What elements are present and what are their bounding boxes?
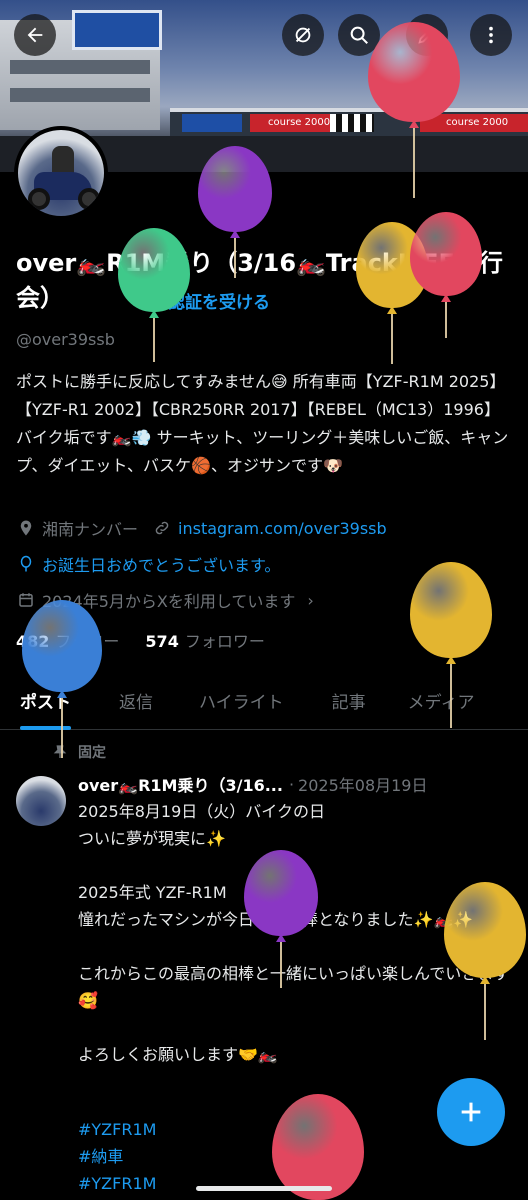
balloon bbox=[272, 1094, 364, 1200]
home-indicator bbox=[196, 1186, 332, 1191]
followers-label: フォロワー bbox=[184, 632, 265, 651]
hashtag-link[interactable]: #YZFR1M bbox=[78, 1116, 156, 1143]
profile-bio: ポストに勝手に反応してすみません😅 所有車両【YZF-R1M 2025】【YZF… bbox=[16, 372, 509, 475]
balloon bbox=[22, 600, 102, 762]
tweet-separator: · bbox=[288, 774, 295, 794]
avatar-wheel bbox=[78, 188, 100, 210]
profile-handle: @over39ssb bbox=[16, 330, 115, 349]
profile-website-link[interactable]: instagram.com/over39ssb bbox=[178, 519, 387, 538]
balloon bbox=[244, 850, 318, 992]
more-icon bbox=[489, 26, 493, 44]
tweet-author[interactable]: over🏍️R1M乗り（3/16... bbox=[78, 772, 283, 796]
tab-highlights[interactable]: ハイライト bbox=[199, 672, 284, 729]
followers-count: 574 bbox=[145, 632, 179, 651]
search-icon bbox=[350, 26, 368, 44]
back-button[interactable] bbox=[14, 14, 56, 56]
profile-meta-row: 湘南ナンバー instagram.com/over39ssb bbox=[16, 516, 387, 540]
balloon bbox=[444, 882, 526, 1044]
link-icon bbox=[152, 518, 172, 538]
compose-post-button[interactable] bbox=[437, 1078, 505, 1146]
banner-gantry-blue bbox=[182, 114, 242, 132]
banner-sign bbox=[72, 10, 162, 50]
banner-course-label: course 2000 bbox=[268, 117, 331, 128]
balloon-icon bbox=[16, 554, 36, 574]
location-icon bbox=[16, 518, 36, 538]
balloon bbox=[410, 212, 482, 342]
more-button[interactable] bbox=[470, 14, 512, 56]
tweet-hashtags: #YZFR1M #納車 #YZFR1M bbox=[78, 1116, 156, 1197]
chevron-right-icon: › bbox=[307, 590, 314, 610]
profile-birthday: お誕生日おめでとうございます。 bbox=[42, 556, 281, 575]
followers-link[interactable]: 574 フォロワー bbox=[145, 628, 264, 652]
balloon bbox=[118, 228, 190, 366]
balloon bbox=[198, 146, 272, 282]
tab-articles[interactable]: 記事 bbox=[332, 672, 366, 729]
tweet-header: over🏍️R1M乗り（3/16... · 2025年08月19日 bbox=[78, 772, 518, 796]
avatar-wheel bbox=[28, 188, 50, 210]
back-arrow-icon bbox=[27, 27, 43, 43]
balloon bbox=[410, 562, 492, 732]
balloon bbox=[368, 22, 460, 202]
profile-location: 湘南ナンバー bbox=[42, 520, 139, 539]
profile-birthday-row: お誕生日おめでとうございます。 bbox=[16, 552, 280, 576]
tweet-avatar[interactable] bbox=[16, 776, 66, 826]
tweet-date[interactable]: 2025年08月19日 bbox=[298, 772, 427, 796]
grok-button[interactable] bbox=[282, 14, 324, 56]
hashtag-link[interactable]: #YZFR1M bbox=[78, 1170, 156, 1197]
plus-icon bbox=[461, 1102, 481, 1122]
profile-avatar[interactable] bbox=[14, 126, 108, 220]
tab-replies[interactable]: 返信 bbox=[119, 672, 153, 729]
hashtag-link[interactable]: #納車 bbox=[78, 1143, 156, 1170]
grok-icon bbox=[295, 27, 311, 43]
